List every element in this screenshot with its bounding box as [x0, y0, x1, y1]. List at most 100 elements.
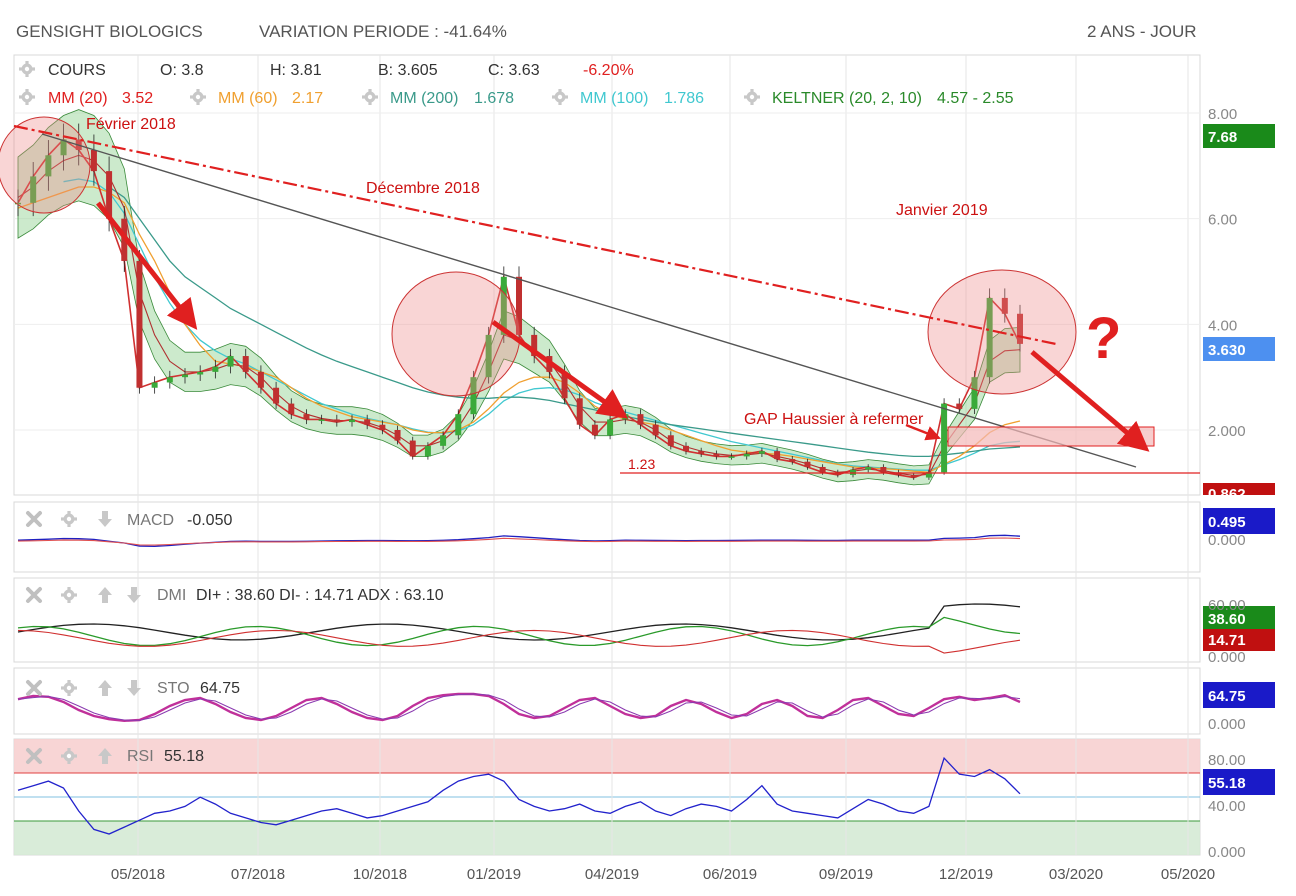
candle-body [850, 469, 856, 475]
candle-body [349, 419, 355, 423]
arrow-up-icon [98, 680, 112, 696]
macd-signal [17, 537, 1021, 546]
candle-body [728, 456, 735, 458]
legend-mm200-val: 1.678 [474, 90, 514, 107]
candle-body [257, 371, 264, 388]
close-icon [26, 587, 42, 603]
axis-macd-0: 0.000 [1208, 532, 1246, 549]
candle-body [743, 453, 750, 457]
x-tick-label: 03/2020 [1049, 866, 1103, 883]
axis-rsi-40: 40.00 [1208, 798, 1246, 815]
candle-body [394, 430, 401, 441]
candle-body [379, 424, 386, 430]
x-axis-ticks: 05/2018 07/2018 10/2018 01/2019 04/2019 06/20… [111, 866, 1215, 883]
candle-body [956, 403, 963, 409]
candle-body [364, 419, 371, 425]
badge-rsi: 55.18 [1208, 775, 1246, 792]
x-tick-label: 06/2019 [703, 866, 757, 883]
candle-body [698, 451, 705, 454]
candle-body [622, 414, 629, 420]
vertical-grid [14, 55, 1200, 855]
candle-body [227, 356, 234, 367]
y-tick-label: 8.00 [1208, 106, 1237, 123]
price-legend: COURS O: 3.8 H: 3.81 B: 3.605 C: 3.63 -6… [19, 61, 1014, 107]
candle-body [151, 382, 158, 388]
label-fev-2018: Février 2018 [86, 116, 176, 133]
question-mark: ? [1086, 306, 1121, 371]
x-tick-label: 07/2018 [231, 866, 285, 883]
candle-body [166, 377, 173, 383]
axis-rsi-0: 0.000 [1208, 844, 1246, 861]
gear-icon [19, 89, 35, 105]
candle-body [273, 387, 280, 404]
candle-body [637, 414, 644, 425]
legend-mm20: MM (20) [48, 90, 108, 107]
candle-body [182, 374, 188, 378]
y-tick-label: 4.00 [1208, 317, 1237, 334]
close-icon [26, 680, 42, 696]
arrow-down-icon [98, 511, 112, 527]
candle-body [865, 466, 872, 470]
sto-label: STO [157, 680, 190, 697]
legend-mm100-val: 1.786 [664, 90, 704, 107]
candle-body [288, 403, 295, 415]
x-tick-label: 09/2019 [819, 866, 873, 883]
candle-body [242, 356, 249, 372]
dmi-value: DI+ : 38.60 DI- : 14.71 ADX : 63.10 [196, 587, 444, 604]
close-icon [26, 511, 42, 527]
candle-body [607, 419, 614, 436]
candle-body [576, 398, 583, 425]
candle-body [652, 424, 659, 436]
axis-dmi-0: 0.000 [1208, 649, 1246, 666]
x-tick-label: 12/2019 [939, 866, 993, 883]
candle-body [713, 453, 720, 457]
adx-line [17, 603, 1021, 641]
candle-body [667, 435, 674, 446]
gear-icon [744, 89, 760, 105]
dash-dot-trendline [13, 124, 1057, 346]
y-tick-label: 6.00 [1208, 212, 1237, 229]
label-dec-2018: Décembre 2018 [366, 180, 480, 197]
candle-body [136, 260, 143, 388]
legend-mm60: MM (60) [218, 90, 278, 107]
candle-body [90, 149, 97, 172]
candle-body [197, 371, 204, 375]
legend-mm200: MM (200) [390, 90, 458, 107]
candle-body [804, 461, 811, 467]
x-tick-label: 01/2019 [467, 866, 521, 883]
indicator-headers: MACD -0.050 DMI DI+ : 38.60 DI- : 14.71 … [26, 511, 444, 765]
candle-body [303, 414, 310, 420]
label-jan-2019: Janvier 2019 [896, 202, 988, 219]
badge-macd: 0.495 [1208, 514, 1246, 531]
dmi-label: DMI [157, 587, 186, 604]
candle-body [333, 419, 340, 423]
gear-icon [61, 587, 77, 603]
badge-sto: 64.75 [1208, 688, 1246, 705]
candle-body [910, 474, 917, 478]
candle-body [212, 366, 219, 372]
rsi-oversold-band [14, 821, 1200, 855]
gear-icon [61, 511, 77, 527]
legend-open: O: 3.8 [160, 62, 204, 79]
sto-value: 64.75 [200, 680, 240, 697]
candle-body [758, 451, 765, 454]
legend-mm20-val: 3.52 [122, 90, 153, 107]
legend-keltner: KELTNER (20, 2, 10) [772, 90, 922, 107]
candle-body [318, 419, 325, 421]
y-tick-label: 2.000 [1208, 423, 1246, 440]
x-tick-label: 05/2020 [1161, 866, 1215, 883]
macd-value: -0.050 [187, 512, 232, 529]
macd-label: MACD [127, 512, 174, 529]
gear-icon [19, 61, 35, 77]
rsi-label: RSI [127, 748, 154, 765]
gear-icon [190, 89, 206, 105]
candle-body [591, 424, 598, 436]
chart-svg: 05/2018 07/2018 10/2018 01/2019 04/2019 06/20… [0, 54, 1275, 883]
badge-low: 0.862 [1208, 486, 1246, 503]
candle-body [880, 466, 887, 473]
legend-high: H: 3.81 [270, 62, 322, 79]
candle-body [455, 414, 462, 436]
gear-icon [362, 89, 378, 105]
legend-mm100: MM (100) [580, 90, 648, 107]
candle-body [789, 459, 796, 462]
